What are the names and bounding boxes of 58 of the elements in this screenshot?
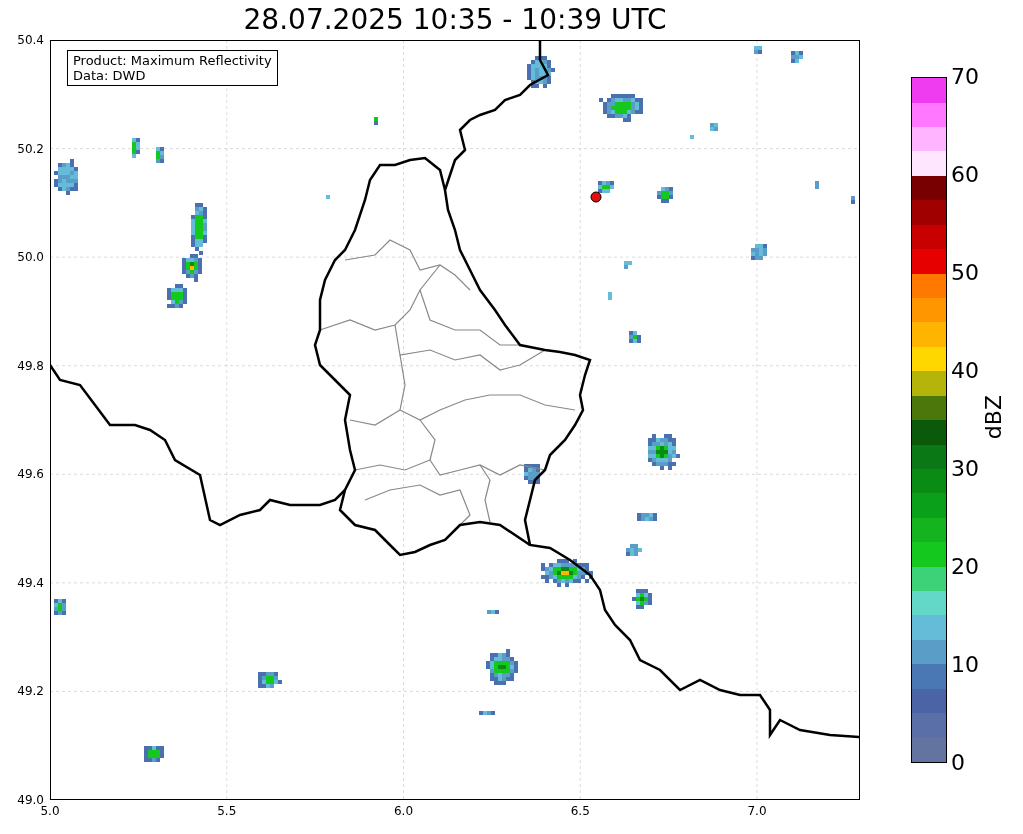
radar-echo (710, 123, 718, 131)
colorbar-tick-label: 0 (951, 750, 966, 776)
radar-echo (54, 599, 66, 615)
radar-echo (524, 464, 540, 484)
radar-echo (479, 711, 495, 715)
radar-echo (608, 292, 612, 300)
colorbar-tick-label: 60 (951, 162, 979, 188)
radar-echo (144, 746, 164, 762)
radar-echo (326, 195, 330, 199)
radar-echo (648, 434, 680, 470)
chart-title: 28.07.2025 10:35 - 10:39 UTC (243, 4, 667, 36)
radar-echo (657, 187, 673, 203)
radar-echo (54, 159, 78, 195)
radar-echo (598, 181, 614, 193)
radar-echo (156, 147, 164, 163)
radar-echo (851, 196, 855, 204)
y-tick-label: 49.6 (16, 466, 44, 483)
colorbar-tick-label: 50 (951, 260, 979, 286)
x-tick-label: 5.5 (216, 804, 238, 818)
x-tick-label: 6.5 (569, 804, 591, 818)
x-tick-label: 7.0 (746, 804, 768, 818)
colorbar-tick-label: 70 (951, 64, 979, 90)
y-tick-label: 49.2 (16, 683, 44, 700)
y-tick-label: 50.4 (16, 32, 44, 48)
colorbar-tick-label: 10 (951, 652, 979, 678)
radar-echo (626, 544, 642, 556)
radar-echo (374, 117, 378, 125)
colorbar-tick-label: 30 (951, 456, 979, 482)
radar-echo (637, 513, 657, 521)
radar-echo (791, 51, 803, 63)
radar-echo (690, 135, 694, 139)
radar-echo (541, 559, 593, 587)
x-tick-label: 5.0 (39, 804, 61, 818)
radar-echo (599, 94, 643, 122)
radar-echo (629, 331, 641, 343)
x-tick-label: 6.0 (392, 804, 415, 818)
y-tick-label: 49.8 (16, 357, 44, 374)
colorbar-tick-label: 20 (951, 554, 979, 580)
y-tick-label: 49.4 (16, 574, 44, 591)
radar-echo (486, 649, 518, 685)
y-tick-label: 50.2 (16, 140, 44, 157)
radar-echo (751, 244, 767, 260)
radar-echo (167, 284, 187, 308)
legend-text: Data: DWD (73, 68, 147, 83)
location-marker (590, 191, 602, 203)
y-tick-label: 49.0 (16, 791, 44, 807)
radar-echo (527, 56, 555, 88)
radar-echo (754, 46, 762, 54)
y-tick-label: 50.0 (16, 249, 44, 266)
radar-echo (815, 181, 819, 189)
radar-echo (632, 589, 652, 609)
colorbar-label: dBZ (981, 394, 1006, 440)
radar-echo (258, 672, 282, 688)
radar-echo (624, 261, 632, 269)
legend-text: Product: Maximum Reflectivity (73, 53, 272, 68)
colorbar-tick-label: 40 (951, 358, 979, 384)
radar-echo (132, 138, 140, 158)
radar-echo (487, 610, 499, 614)
